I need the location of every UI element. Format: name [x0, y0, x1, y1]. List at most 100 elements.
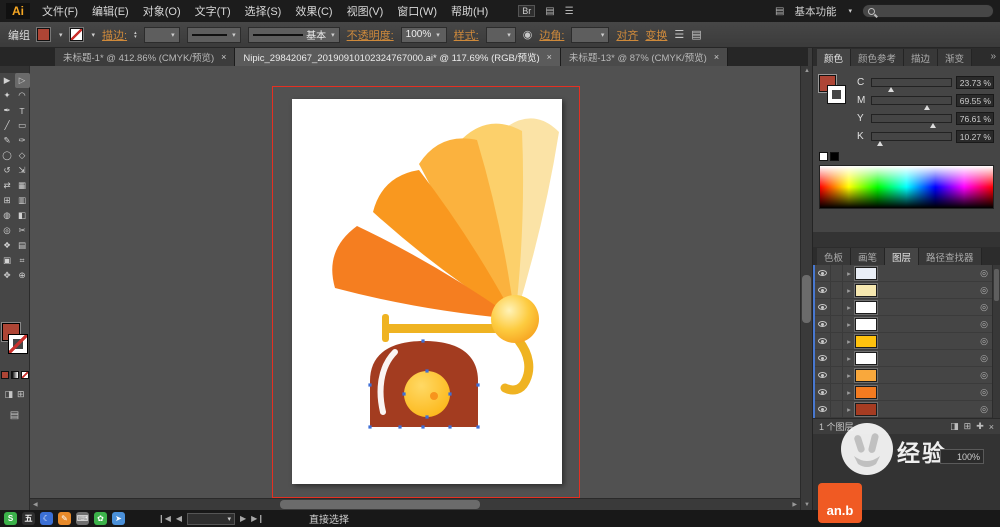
expand-chevron-icon[interactable]: ▸: [843, 286, 855, 295]
document-tab[interactable]: Nipic_29842067_20190910102324767000.ai* …: [235, 48, 561, 66]
tool-button[interactable]: ✂: [15, 223, 30, 238]
ime-toolbar-icon[interactable]: 五: [22, 512, 35, 525]
panel-tab[interactable]: 图层: [885, 248, 920, 265]
tool-button[interactable]: ⇲: [15, 163, 30, 178]
tool-button[interactable]: ▥: [15, 193, 30, 208]
tool-button[interactable]: ◠: [15, 88, 30, 103]
tool-button[interactable]: ◍: [0, 208, 15, 223]
expand-chevron-icon[interactable]: ▸: [843, 354, 855, 363]
menu-item[interactable]: 窗口(W): [397, 3, 437, 19]
align-panel-link[interactable]: 对齐: [616, 27, 638, 43]
lock-toggle[interactable]: [831, 316, 843, 332]
tool-button[interactable]: T: [15, 103, 30, 118]
lock-toggle[interactable]: [831, 384, 843, 400]
tool-button[interactable]: ✎: [0, 133, 15, 148]
visibility-toggle[interactable]: [815, 367, 831, 383]
layer-thumbnail[interactable]: [854, 299, 878, 315]
tool-button[interactable]: ▭: [15, 118, 30, 133]
panel-tab[interactable]: 颜色: [817, 49, 852, 66]
tool-button[interactable]: ▦: [15, 178, 30, 193]
channel-value[interactable]: 10.27 %: [956, 129, 994, 143]
menu-item[interactable]: 帮助(H): [451, 3, 488, 19]
target-icon[interactable]: ◎: [980, 268, 988, 279]
channel-value[interactable]: 23.73 %: [956, 75, 994, 89]
close-tab-icon[interactable]: ×: [547, 52, 552, 62]
recolor-artwork-icon[interactable]: ◉: [523, 28, 533, 41]
target-icon[interactable]: ◎: [980, 404, 988, 415]
fill-color-swatch[interactable]: [36, 27, 51, 42]
horizontal-scrollbar[interactable]: ◀ ▶: [30, 498, 800, 510]
channel-slider[interactable]: [871, 77, 952, 92]
menu-item[interactable]: 对象(O): [143, 3, 181, 19]
tool-button[interactable]: ⇄: [0, 178, 15, 193]
layer-row[interactable]: ▸ ◎: [815, 282, 1000, 299]
stroke-panel-link[interactable]: 描边:: [102, 27, 127, 43]
ime-toolbar-icon[interactable]: ✿: [94, 512, 107, 525]
channel-slider[interactable]: [871, 95, 952, 110]
target-icon[interactable]: ◎: [980, 353, 988, 364]
layer-row[interactable]: ▸ ◎: [815, 350, 1000, 367]
target-icon[interactable]: ◎: [980, 319, 988, 330]
layer-thumbnail[interactable]: [854, 265, 878, 281]
layer-thumbnail[interactable]: [854, 333, 878, 349]
expand-chevron-icon[interactable]: ▸: [843, 337, 855, 346]
first-artboard-icon[interactable]: ❙◀: [158, 514, 171, 523]
tool-button[interactable]: ▷: [14, 73, 30, 88]
lock-toggle[interactable]: [831, 367, 843, 383]
layers-scrollbar[interactable]: [992, 265, 1000, 418]
layers-scroll-thumb[interactable]: [994, 269, 999, 301]
lock-toggle[interactable]: [831, 282, 843, 298]
panel-tab[interactable]: 颜色参考: [851, 49, 905, 66]
channel-value[interactable]: 76.61 %: [956, 111, 994, 125]
document-tab[interactable]: 未标题-1* @ 412.86% (CMYK/预览) ×: [55, 48, 236, 66]
menu-item[interactable]: 文字(T): [195, 3, 231, 19]
lock-toggle[interactable]: [831, 265, 843, 281]
panel-tab[interactable]: 色板: [817, 248, 852, 265]
color-button[interactable]: [0, 371, 9, 379]
expand-chevron-icon[interactable]: ▸: [843, 269, 855, 278]
slider-thumb-icon[interactable]: [929, 122, 936, 128]
menu-item[interactable]: 编辑(E): [92, 3, 129, 19]
stroke-color-swatch[interactable]: [68, 27, 84, 42]
layer-row[interactable]: ▸ ◎: [815, 384, 1000, 401]
panel-tab[interactable]: 画笔: [851, 248, 886, 265]
visibility-toggle[interactable]: [815, 384, 831, 400]
layer-row[interactable]: ▸ ◎: [815, 367, 1000, 384]
target-icon[interactable]: ◎: [980, 302, 988, 313]
layer-thumbnail[interactable]: [854, 350, 878, 366]
tool-button[interactable]: ⊞: [0, 193, 15, 208]
layer-row[interactable]: ▸ ◎: [815, 265, 1000, 282]
view-options-icon[interactable]: ▤: [545, 6, 554, 17]
target-icon[interactable]: ◎: [980, 285, 988, 296]
canvas[interactable]: [30, 66, 800, 498]
stroke-proxy-swatch[interactable]: [8, 334, 28, 354]
tool-button[interactable]: ◧: [15, 208, 30, 223]
channel-slider[interactable]: [871, 131, 952, 146]
tool-button[interactable]: ✒: [0, 103, 15, 118]
layer-row[interactable]: ▸ ◎: [815, 401, 1000, 418]
panel-tab[interactable]: 描边: [904, 49, 939, 66]
expand-chevron-icon[interactable]: ▸: [843, 388, 855, 397]
menu-item[interactable]: 文件(F): [42, 3, 78, 19]
bridge-icon[interactable]: Br: [518, 5, 536, 17]
lock-toggle[interactable]: [831, 333, 843, 349]
tool-button[interactable]: ✥: [0, 268, 15, 283]
color-spectrum[interactable]: [819, 165, 994, 209]
white-swatch[interactable]: [819, 151, 828, 161]
layers-footer-icon[interactable]: ×: [989, 422, 994, 432]
corner-dropdown[interactable]: ▾: [571, 26, 610, 43]
artboard-number-dropdown[interactable]: ▾: [187, 512, 236, 525]
style-dropdown[interactable]: ▾: [485, 26, 516, 43]
draw-behind-icon[interactable]: ⊞: [17, 389, 25, 400]
ime-toolbar-icon[interactable]: ☾: [40, 512, 53, 525]
stepper-down-icon[interactable]: ▾: [134, 34, 137, 39]
last-artboard-icon[interactable]: ▶❙: [251, 514, 264, 523]
layer-thumbnail[interactable]: [854, 316, 878, 332]
style-panel-link[interactable]: 样式:: [454, 27, 479, 43]
visibility-toggle[interactable]: [815, 333, 831, 349]
visibility-toggle[interactable]: [815, 265, 831, 281]
scroll-right-icon[interactable]: ▶: [792, 501, 797, 508]
panel-tab[interactable]: 路径查找器: [919, 248, 982, 265]
brush-definition-dropdown[interactable]: 基本 ▾: [247, 26, 340, 43]
expand-chevron-icon[interactable]: ▸: [843, 405, 855, 414]
